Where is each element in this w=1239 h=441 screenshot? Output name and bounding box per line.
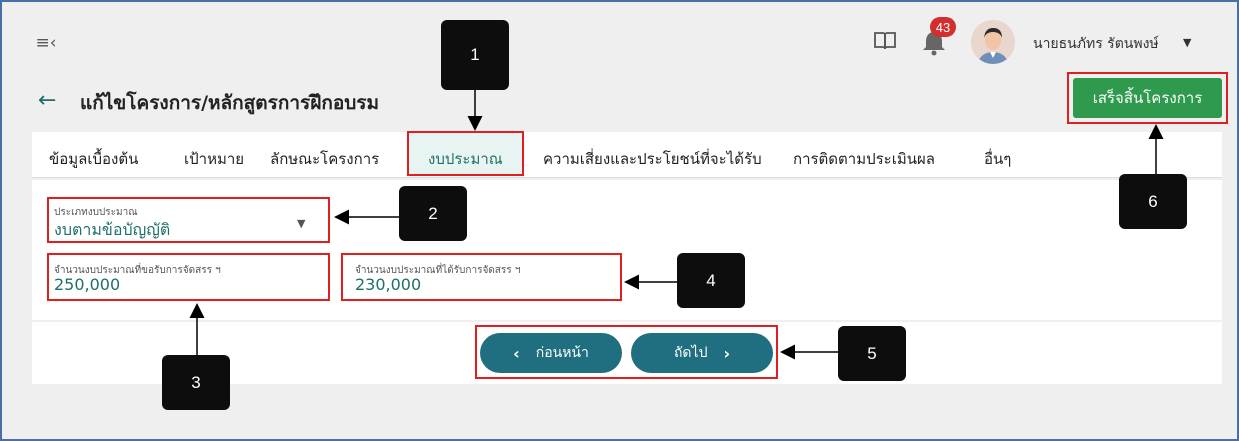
back-arrow-icon[interactable]: ← (38, 88, 56, 113)
budget-type-value: งบตามข้อบัญญัติ (54, 220, 171, 239)
user-name[interactable]: นายธนภัทร รัตนพงษ์ (1033, 33, 1159, 55)
callout-6: 6 (1119, 174, 1187, 229)
chevron-down-icon[interactable]: ▼ (297, 217, 305, 230)
tab-risks-benefits[interactable]: ความเสี่ยงและประโยชน์ที่จะได้รับ (543, 147, 762, 171)
callout-1: 1 (441, 20, 509, 90)
callout-5: 5 (838, 326, 906, 381)
requested-budget-value: 250,000 (54, 275, 121, 294)
tab-others[interactable]: อื่นๆ (984, 147, 1011, 171)
callout-2: 2 (399, 186, 467, 241)
page-title: แก้ไขโครงการ/หลักสูตรการฝึกอบรม (80, 92, 380, 114)
user-avatar[interactable] (971, 20, 1015, 64)
callout-3: 3 (162, 355, 230, 410)
next-button-label: ถัดไป (673, 345, 708, 361)
notification-badge: 43 (930, 17, 956, 37)
callout-4: 4 (677, 253, 745, 308)
previous-button-label: ก่อนหน้า (535, 345, 589, 361)
menu-toggle-icon[interactable]: ≡‹ (33, 30, 59, 56)
tab-project-type[interactable]: ลักษณะโครงการ (270, 147, 379, 171)
next-button[interactable]: ถัดไป › (631, 333, 773, 373)
manual-book-icon[interactable] (873, 30, 897, 52)
previous-button[interactable]: ‹ ก่อนหน้า (480, 333, 622, 373)
finish-project-button[interactable]: เสร็จสิ้นโครงการ (1073, 78, 1222, 118)
tab-goals[interactable]: เป้าหมาย (184, 147, 244, 171)
user-menu-caret-icon[interactable]: ▼ (1183, 36, 1191, 49)
chevron-left-icon: ‹ (513, 343, 520, 363)
chevron-right-icon: › (723, 343, 731, 363)
allocated-budget-value: 230,000 (355, 275, 422, 294)
tab-evaluation[interactable]: การติดตามประเมินผล (793, 147, 935, 171)
tab-basic-info[interactable]: ข้อมูลเบื้องต้น (49, 147, 138, 171)
tab-budget[interactable]: งบประมาณ (428, 147, 503, 171)
